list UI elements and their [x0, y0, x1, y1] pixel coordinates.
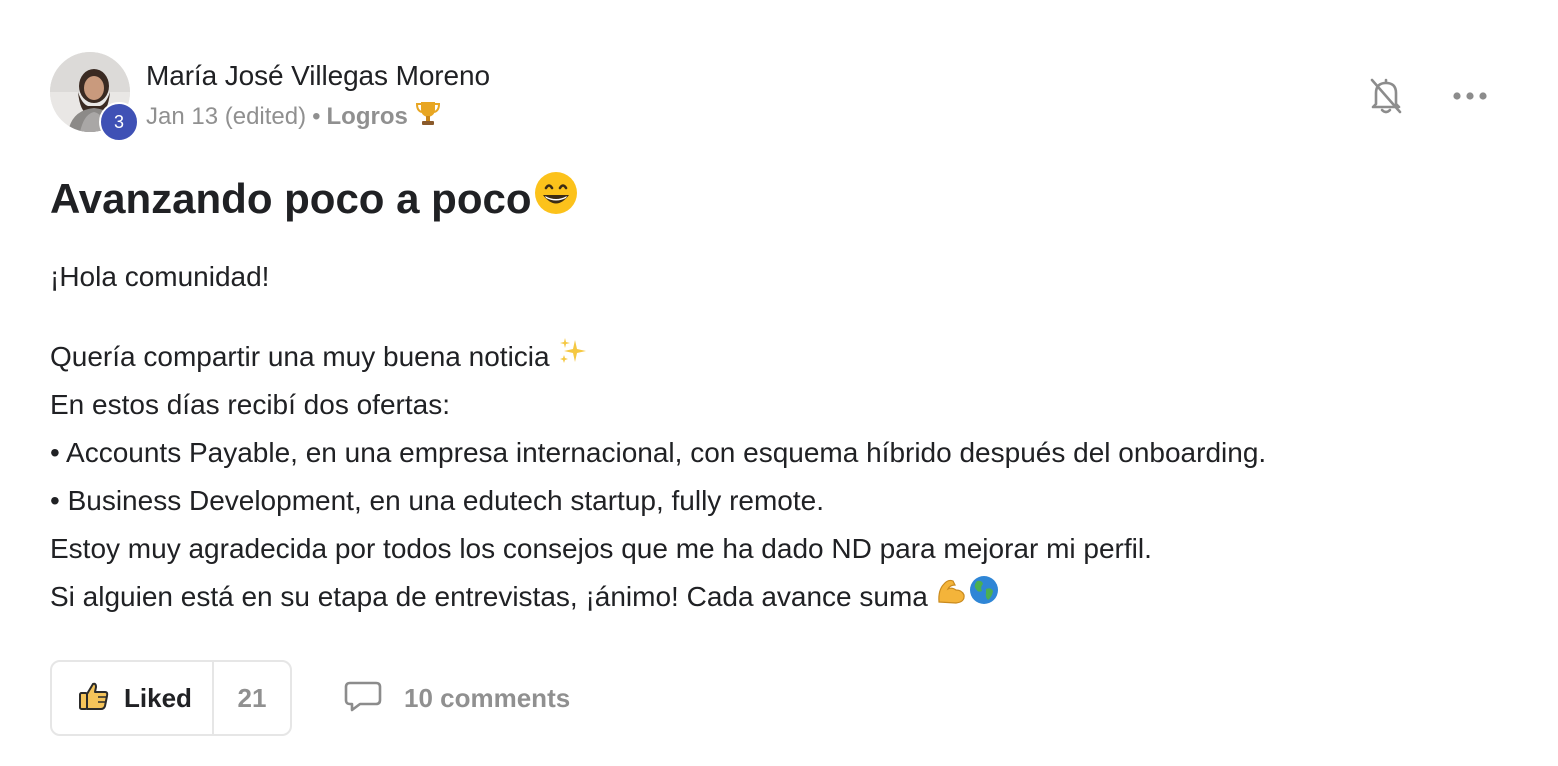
- comment-icon: [344, 680, 382, 717]
- notifications-toggle[interactable]: [1366, 74, 1406, 118]
- separator: •: [312, 103, 321, 130]
- like-control: Liked 21: [50, 660, 292, 736]
- like-button[interactable]: Liked: [52, 662, 214, 734]
- bell-off-icon: [1370, 78, 1402, 114]
- author-name[interactable]: María José Villegas Moreno: [146, 58, 490, 94]
- avatar-container[interactable]: 3: [50, 52, 139, 142]
- greeting-line: ¡Hola comunidad!: [50, 261, 270, 292]
- body-line-4: • Business Development, en una edutech s…: [50, 485, 825, 516]
- trophy-icon: [415, 100, 440, 134]
- post-date[interactable]: Jan 13 (edited): [146, 102, 306, 132]
- body-line-5: Estoy muy agradecida por todos los conse…: [50, 533, 1152, 564]
- category-link[interactable]: Logros: [327, 102, 408, 132]
- body-line-6: Si alguien está en su etapa de entrevist…: [50, 573, 1490, 621]
- post-header: 3 María José Villegas Moreno Jan 13 (edi…: [50, 52, 1490, 144]
- post-footer: Liked 21 10 comments: [50, 660, 570, 736]
- header-actions: [1366, 74, 1490, 118]
- sparkles-icon: [558, 333, 588, 381]
- like-label: Liked: [124, 682, 192, 713]
- post-title-text: Avanzando poco a poco: [50, 174, 532, 222]
- body-line-3: • Accounts Payable, en una empresa inter…: [50, 437, 1267, 468]
- more-options-button[interactable]: [1450, 74, 1490, 118]
- comments-button[interactable]: 10 comments: [344, 680, 570, 717]
- post-subline: Jan 13 (edited) • Logros: [146, 100, 490, 134]
- body-line-1: Quería compartir una muy buena noticia: [50, 333, 1490, 381]
- comments-label: 10 comments: [404, 682, 571, 713]
- body-line-1-text: Quería compartir una muy buena noticia: [50, 341, 550, 372]
- thumbs-up-icon: [78, 680, 110, 717]
- post-card: 3 María José Villegas Moreno Jan 13 (edi…: [50, 52, 1490, 752]
- post-body: ¡Hola comunidad! Quería compartir una mu…: [50, 253, 1490, 621]
- body-line-6-text: Si alguien está en su etapa de entrevist…: [50, 581, 928, 612]
- post-title: Avanzando poco a poco: [50, 170, 1490, 227]
- level-badge: 3: [99, 102, 139, 142]
- body-line-2: En estos días recibí dos ofertas:: [50, 389, 450, 420]
- like-count[interactable]: 21: [214, 662, 290, 734]
- grinning-face-icon: [533, 170, 579, 227]
- globe-icon: [968, 573, 1000, 621]
- flexed-biceps-icon: [936, 573, 968, 621]
- post-meta: María José Villegas Moreno Jan 13 (edite…: [146, 52, 490, 134]
- more-horizontal-icon: [1453, 92, 1487, 100]
